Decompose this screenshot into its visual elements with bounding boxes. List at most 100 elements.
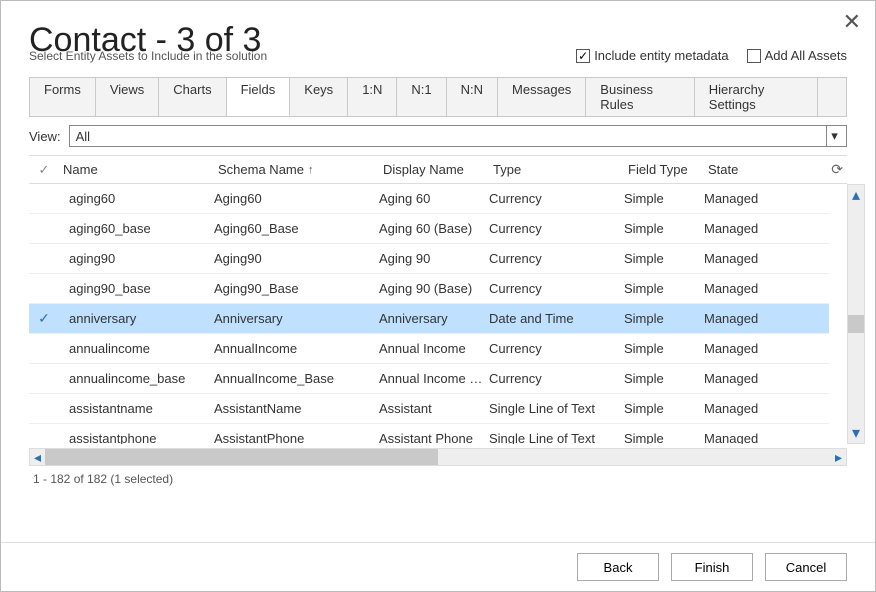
cell-type: Currency	[489, 341, 624, 356]
column-header-type[interactable]: Type	[489, 162, 624, 177]
cell-display: Assistant	[379, 401, 489, 416]
tab-messages[interactable]: Messages	[498, 78, 586, 116]
table-row[interactable]: ✓annualincomeAnnualIncomeAnnual IncomeCu…	[29, 334, 829, 364]
view-label: View:	[29, 129, 61, 144]
cell-fieldtype: Simple	[624, 191, 704, 206]
table-row[interactable]: ✓aging90_baseAging90_BaseAging 90 (Base)…	[29, 274, 829, 304]
scroll-down-icon[interactable]: ▾	[852, 423, 860, 443]
cell-state: Managed	[704, 431, 799, 444]
cell-state: Managed	[704, 341, 799, 356]
cell-schema: Anniversary	[214, 311, 379, 326]
table-row[interactable]: ✓aging60Aging60Aging 60CurrencySimpleMan…	[29, 184, 829, 214]
cell-schema: Aging60_Base	[214, 221, 379, 236]
cell-display: Aging 90	[379, 251, 489, 266]
cell-type: Currency	[489, 251, 624, 266]
cell-display: Anniversary	[379, 311, 489, 326]
cell-fieldtype: Simple	[624, 341, 704, 356]
column-header-display[interactable]: Display Name	[379, 162, 489, 177]
cell-state: Managed	[704, 281, 799, 296]
tab-bar: FormsViewsChartsFieldsKeys1:NN:1N:NMessa…	[29, 77, 847, 117]
tab-fields[interactable]: Fields	[227, 78, 291, 116]
cell-state: Managed	[704, 371, 799, 386]
column-header-name[interactable]: Name	[59, 162, 214, 177]
page-subtitle: Select Entity Assets to Include in the s…	[29, 49, 267, 63]
cell-display: Aging 90 (Base)	[379, 281, 489, 296]
tab-charts[interactable]: Charts	[159, 78, 226, 116]
checkbox-icon	[747, 49, 761, 63]
scrollbar-thumb[interactable]	[848, 315, 864, 333]
add-all-assets-checkbox[interactable]: Add All Assets	[747, 48, 847, 63]
cell-type: Currency	[489, 371, 624, 386]
horizontal-scrollbar[interactable]: ◂ ▸	[29, 448, 847, 466]
tab-n-n[interactable]: N:N	[447, 78, 498, 116]
column-header-fieldtype[interactable]: Field Type	[624, 162, 704, 177]
cell-name: aging90	[59, 251, 214, 266]
cell-type: Currency	[489, 221, 624, 236]
cell-schema: AssistantName	[214, 401, 379, 416]
cell-display: Annual Income	[379, 341, 489, 356]
tab-hierarchy-settings[interactable]: Hierarchy Settings	[695, 78, 818, 116]
cell-fieldtype: Simple	[624, 251, 704, 266]
table-row[interactable]: ✓aging90Aging90Aging 90CurrencySimpleMan…	[29, 244, 829, 274]
cell-state: Managed	[704, 401, 799, 416]
cell-schema: AnnualIncome	[214, 341, 379, 356]
table-row[interactable]: ✓assistantphoneAssistantPhoneAssistant P…	[29, 424, 829, 444]
cell-name: annualincome_base	[59, 371, 214, 386]
view-select-value: All	[76, 129, 90, 144]
table-row[interactable]: ✓aging60_baseAging60_BaseAging 60 (Base)…	[29, 214, 829, 244]
cell-state: Managed	[704, 311, 799, 326]
cell-fieldtype: Simple	[624, 221, 704, 236]
check-icon: ✓	[38, 310, 50, 327]
cell-name: annualincome	[59, 341, 214, 356]
cell-name: assistantphone	[59, 431, 214, 444]
cell-type: Single Line of Text	[489, 401, 624, 416]
scroll-right-icon[interactable]: ▸	[831, 449, 846, 466]
cell-fieldtype: Simple	[624, 431, 704, 444]
table-row[interactable]: ✓assistantnameAssistantNameAssistantSing…	[29, 394, 829, 424]
finish-button[interactable]: Finish	[671, 553, 753, 581]
status-text: 1 - 182 of 182 (1 selected)	[29, 466, 847, 492]
column-header-schema[interactable]: Schema Name	[214, 162, 379, 177]
cell-schema: Aging90	[214, 251, 379, 266]
cell-schema: AnnualIncome_Base	[214, 371, 379, 386]
tab-1-n[interactable]: 1:N	[348, 78, 397, 116]
cell-type: Date and Time	[489, 311, 624, 326]
refresh-icon[interactable]: ⟳	[831, 161, 843, 178]
cell-fieldtype: Simple	[624, 311, 704, 326]
select-all-checkbox[interactable]: ✓	[29, 162, 59, 178]
cell-name: aging90_base	[59, 281, 214, 296]
table-row[interactable]: ✓anniversaryAnniversaryAnniversaryDate a…	[29, 304, 829, 334]
cell-name: aging60	[59, 191, 214, 206]
vertical-scrollbar[interactable]: ▴ ▾	[847, 184, 865, 444]
tab-forms[interactable]: Forms	[30, 78, 96, 116]
tab-n-1[interactable]: N:1	[397, 78, 446, 116]
view-select[interactable]: All ▾	[69, 125, 847, 147]
cell-type: Currency	[489, 281, 624, 296]
cell-display: Assistant Phone	[379, 431, 489, 444]
scroll-left-icon[interactable]: ◂	[30, 449, 45, 466]
cell-fieldtype: Simple	[624, 401, 704, 416]
tab-keys[interactable]: Keys	[290, 78, 348, 116]
cell-type: Currency	[489, 191, 624, 206]
tab-business-rules[interactable]: Business Rules	[586, 78, 694, 116]
include-metadata-checkbox[interactable]: Include entity metadata	[576, 48, 728, 63]
include-metadata-label: Include entity metadata	[594, 48, 728, 63]
cell-name: assistantname	[59, 401, 214, 416]
close-icon[interactable]: ✕	[843, 9, 861, 35]
cancel-button[interactable]: Cancel	[765, 553, 847, 581]
chevron-down-icon: ▾	[826, 126, 842, 146]
cell-schema: Aging90_Base	[214, 281, 379, 296]
cell-name: aging60_base	[59, 221, 214, 236]
cell-state: Managed	[704, 251, 799, 266]
dialog-footer: Back Finish Cancel	[1, 542, 875, 591]
add-all-assets-label: Add All Assets	[765, 48, 847, 63]
scrollbar-thumb[interactable]	[45, 449, 438, 465]
back-button[interactable]: Back	[577, 553, 659, 581]
column-header-state[interactable]: State	[704, 162, 799, 177]
tab-views[interactable]: Views	[96, 78, 159, 116]
cell-display: Annual Income (...	[379, 371, 489, 386]
table-row[interactable]: ✓annualincome_baseAnnualIncome_BaseAnnua…	[29, 364, 829, 394]
cell-display: Aging 60	[379, 191, 489, 206]
cell-state: Managed	[704, 191, 799, 206]
scroll-up-icon[interactable]: ▴	[852, 185, 860, 205]
